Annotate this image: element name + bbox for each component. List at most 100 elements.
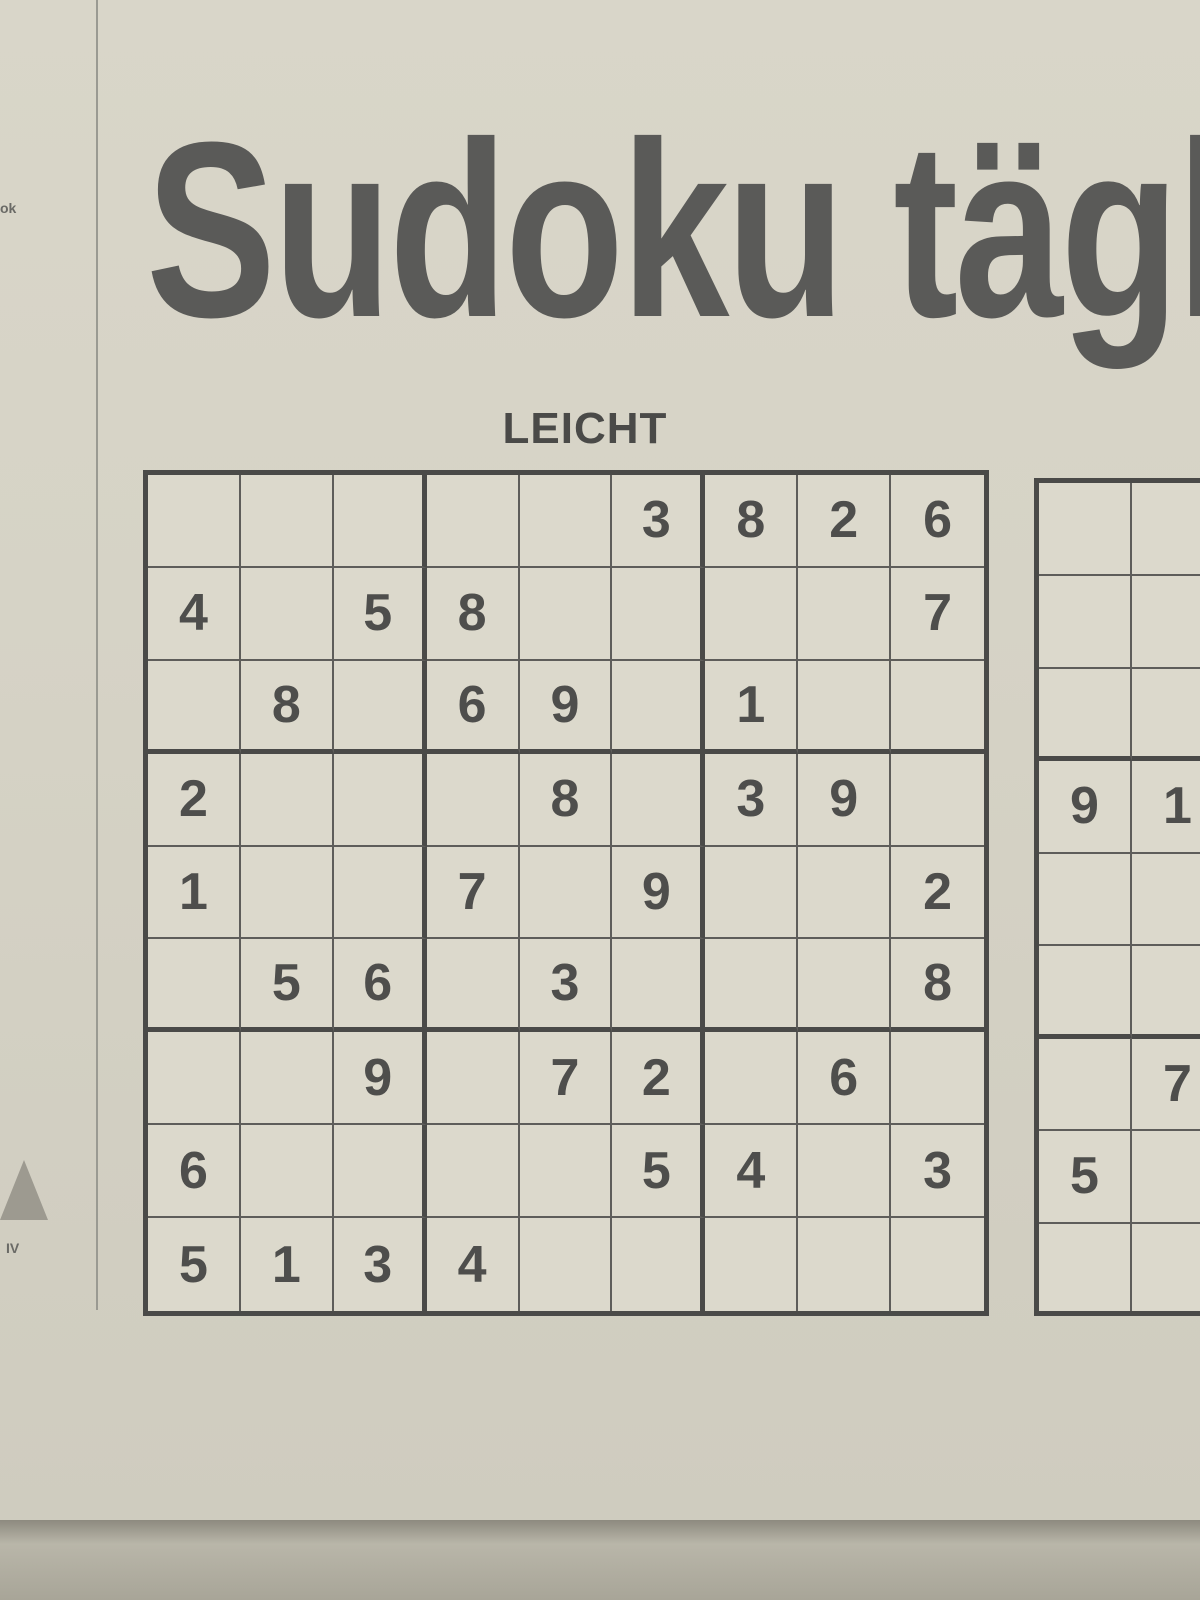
sudoku-cell[interactable] <box>705 567 799 661</box>
sudoku-cell[interactable] <box>891 754 984 847</box>
sudoku-cell[interactable]: 1 <box>705 660 799 754</box>
sudoku-cell[interactable] <box>1039 575 1132 669</box>
sudoku-cell[interactable] <box>612 660 706 754</box>
sudoku-cell[interactable] <box>798 1125 892 1219</box>
sudoku-cell[interactable]: 2 <box>891 847 984 940</box>
sudoku-cell[interactable] <box>798 1218 892 1311</box>
sudoku-cell[interactable]: 2 <box>612 1032 706 1126</box>
sudoku-cell[interactable]: 3 <box>519 939 613 1033</box>
sudoku-cell[interactable]: 8 <box>426 567 520 661</box>
sudoku-cell[interactable]: 7 <box>519 1032 613 1126</box>
sudoku-cell[interactable] <box>891 661 984 754</box>
sudoku-cell[interactable] <box>333 475 427 568</box>
sudoku-cell[interactable]: 9 <box>1039 760 1132 854</box>
sudoku-cell[interactable] <box>1132 853 1200 946</box>
sudoku-cell[interactable] <box>520 1218 613 1311</box>
sudoku-cell[interactable] <box>426 475 520 568</box>
sudoku-cell[interactable] <box>798 567 892 661</box>
sudoku-cell[interactable] <box>1039 483 1132 576</box>
sudoku-cell[interactable] <box>705 939 799 1033</box>
sudoku-cell[interactable] <box>519 475 613 568</box>
sudoku-cell[interactable] <box>1039 945 1132 1039</box>
sudoku-cell[interactable] <box>1039 1223 1132 1311</box>
sudoku-cell[interactable] <box>1132 946 1200 1039</box>
sudoku-cell[interactable] <box>333 846 427 940</box>
sudoku-cell[interactable] <box>1132 483 1200 576</box>
sudoku-cell[interactable]: 4 <box>148 567 241 661</box>
sudoku-cell[interactable] <box>1039 1038 1132 1131</box>
sudoku-cell[interactable] <box>612 567 706 661</box>
sudoku-cell[interactable] <box>519 567 613 661</box>
sudoku-cell[interactable]: 8 <box>891 939 984 1033</box>
sudoku-cell[interactable] <box>240 475 334 568</box>
sudoku-cell[interactable]: 1 <box>241 1218 334 1311</box>
sudoku-cell[interactable] <box>426 939 520 1033</box>
sudoku-cell[interactable]: 2 <box>798 475 892 568</box>
sudoku-cell[interactable]: 6 <box>891 475 984 568</box>
sudoku-cell[interactable] <box>705 1032 799 1126</box>
sudoku-cell[interactable]: 4 <box>705 1125 799 1219</box>
sudoku-cell[interactable] <box>333 660 427 754</box>
sudoku-cell[interactable]: 6 <box>426 660 520 754</box>
sudoku-cell[interactable] <box>519 1125 613 1219</box>
sudoku-cell[interactable]: 7 <box>891 568 984 661</box>
sudoku-cell[interactable] <box>148 475 241 568</box>
sudoku-cell[interactable]: 3 <box>891 1125 984 1219</box>
sudoku-cell[interactable]: 1 <box>1132 761 1200 854</box>
sudoku-cell[interactable] <box>612 753 706 847</box>
sudoku-cell[interactable] <box>612 939 706 1033</box>
sudoku-cell[interactable] <box>705 1218 799 1311</box>
sudoku-cell[interactable] <box>612 1218 706 1311</box>
sudoku-cell[interactable] <box>891 1218 984 1311</box>
sudoku-cell[interactable]: 5 <box>333 567 427 661</box>
sudoku-cell[interactable]: 5 <box>240 939 334 1033</box>
sudoku-cell[interactable] <box>333 1125 427 1219</box>
sudoku-cell[interactable]: 9 <box>612 846 706 940</box>
sudoku-cell[interactable]: 5 <box>1039 1130 1132 1224</box>
sudoku-cell[interactable] <box>148 660 241 754</box>
sudoku-cell[interactable] <box>798 846 892 940</box>
sudoku-cell[interactable]: 1 <box>148 846 241 940</box>
sudoku-cell[interactable]: 5 <box>612 1125 706 1219</box>
sudoku-cell[interactable] <box>705 846 799 940</box>
sudoku-cell[interactable] <box>1039 668 1132 761</box>
sudoku-cell[interactable] <box>891 1032 984 1126</box>
sudoku-cell[interactable] <box>426 753 520 847</box>
sudoku-cell[interactable]: 7 <box>1132 1038 1200 1131</box>
sudoku-cell[interactable] <box>240 846 334 940</box>
sudoku-cell[interactable]: 4 <box>427 1218 520 1311</box>
sudoku-cell[interactable]: 2 <box>148 753 241 847</box>
sudoku-cell[interactable]: 6 <box>148 1125 241 1219</box>
sudoku-cell[interactable] <box>1039 853 1132 946</box>
sudoku-cell[interactable] <box>240 1032 334 1126</box>
sudoku-cell[interactable]: 6 <box>798 1032 892 1126</box>
sudoku-cell[interactable] <box>1132 576 1200 669</box>
sudoku-cell[interactable]: 3 <box>705 753 799 847</box>
sudoku-cell[interactable] <box>1132 1131 1200 1224</box>
sudoku-cell[interactable] <box>798 660 892 754</box>
sudoku-cell[interactable] <box>333 753 427 847</box>
sudoku-cell[interactable]: 7 <box>426 846 520 940</box>
sudoku-cell[interactable] <box>240 567 334 661</box>
sudoku-cell[interactable] <box>240 753 334 847</box>
page-title: Sudoku tägli <box>146 110 1200 369</box>
sudoku-cell[interactable] <box>1132 668 1200 761</box>
sudoku-cell[interactable] <box>240 1125 334 1219</box>
sudoku-cell[interactable]: 3 <box>334 1218 427 1311</box>
sudoku-cell[interactable] <box>426 1125 520 1219</box>
sudoku-cell[interactable]: 9 <box>333 1032 427 1126</box>
sudoku-cell[interactable]: 3 <box>612 475 706 568</box>
sudoku-cell[interactable]: 8 <box>519 753 613 847</box>
sudoku-cell[interactable] <box>426 1032 520 1126</box>
sudoku-cell[interactable]: 5 <box>148 1218 241 1311</box>
sudoku-cell[interactable] <box>519 846 613 940</box>
sudoku-cell[interactable]: 8 <box>705 475 799 568</box>
sudoku-cell[interactable] <box>148 939 241 1033</box>
sudoku-cell[interactable]: 9 <box>519 660 613 754</box>
sudoku-cell[interactable]: 6 <box>333 939 427 1033</box>
sudoku-cell[interactable] <box>148 1032 241 1126</box>
sudoku-cell[interactable] <box>798 939 892 1033</box>
sudoku-cell[interactable]: 9 <box>798 753 892 847</box>
sudoku-cell[interactable]: 8 <box>240 660 334 754</box>
sudoku-cell[interactable] <box>1132 1223 1200 1311</box>
